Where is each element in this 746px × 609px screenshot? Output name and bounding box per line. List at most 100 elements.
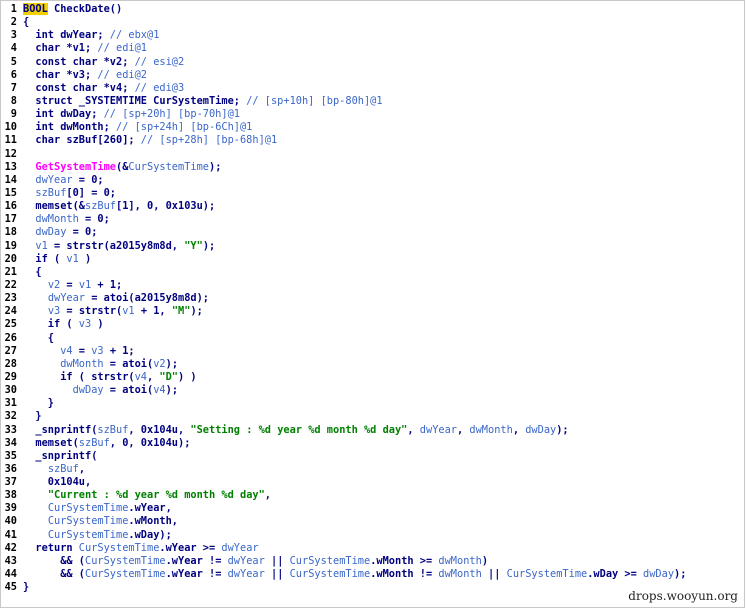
code-text[interactable]: v3 = strstr(v1 + 1, "M");	[23, 305, 742, 318]
code-text[interactable]: dwMonth = atoi(v2);	[23, 358, 742, 371]
code-line[interactable]: 33 _snprintf(szBuf, 0x104u, "Setting : %…	[3, 424, 742, 437]
variable-name[interactable]: CurSystemTime	[290, 555, 371, 567]
variable-name[interactable]: dwYear	[228, 555, 265, 567]
variable-name[interactable]: szBuf	[79, 437, 110, 449]
code-line[interactable]: 35 _snprintf(	[3, 450, 742, 463]
variable-name[interactable]: v2	[48, 279, 60, 291]
variable-name[interactable]: dwYear	[228, 568, 265, 580]
code-line[interactable]: 13 GetSystemTime(&CurSystemTime);	[3, 161, 742, 174]
variable-name[interactable]: dwYear	[420, 424, 457, 436]
code-text[interactable]: const char *v4; // edi@3	[23, 82, 742, 95]
code-listing[interactable]: 1 BOOL CheckDate() 2{3 int dwYear; // ebx@…	[3, 3, 742, 594]
code-text[interactable]: && (CurSystemTime.wYear != dwYear || Cur…	[23, 555, 742, 568]
code-line[interactable]: 22 v2 = v1 + 1;	[3, 279, 742, 292]
code-line[interactable]: 18 dwDay = 0;	[3, 226, 742, 239]
code-text[interactable]: }	[23, 397, 742, 410]
code-line[interactable]: 40 CurSystemTime.wMonth,	[3, 515, 742, 528]
variable-name[interactable]: CurSystemTime	[290, 568, 371, 580]
variable-name[interactable]: v1	[35, 240, 47, 252]
code-line[interactable]: 28 dwMonth = atoi(v2);	[3, 358, 742, 371]
code-line[interactable]: 44 && (CurSystemTime.wYear != dwYear || …	[3, 568, 742, 581]
code-text[interactable]: _snprintf(	[23, 450, 742, 463]
code-text[interactable]: dwMonth = 0;	[23, 213, 742, 226]
code-line[interactable]: 4 char *v1; // edi@1	[3, 42, 742, 55]
code-text[interactable]: return CurSystemTime.wYear >= dwYear	[23, 542, 742, 555]
code-line[interactable]: 42 return CurSystemTime.wYear >= dwYear	[3, 542, 742, 555]
variable-name[interactable]: dwMonth	[438, 555, 481, 567]
code-text[interactable]: dwYear = atoi(a2015y8m8d);	[23, 292, 742, 305]
code-line[interactable]: 14 dwYear = 0;	[3, 174, 742, 187]
code-text[interactable]: int dwMonth; // [sp+24h] [bp-6Ch]@1	[23, 121, 742, 134]
variable-name[interactable]: v1	[122, 305, 134, 317]
code-line[interactable]: 25 if ( v3 )	[3, 318, 742, 331]
code-text[interactable]: && (CurSystemTime.wYear != dwYear || Cur…	[23, 568, 742, 581]
variable-name[interactable]: v4	[60, 345, 72, 357]
code-line[interactable]: 20 if ( v1 )	[3, 253, 742, 266]
code-text[interactable]: CurSystemTime.wMonth,	[23, 515, 742, 528]
variable-name[interactable]: v1	[79, 279, 91, 291]
code-text[interactable]: char *v1; // edi@1	[23, 42, 742, 55]
code-line[interactable]: 27 v4 = v3 + 1;	[3, 345, 742, 358]
code-text[interactable]: memset(szBuf, 0, 0x104u);	[23, 437, 742, 450]
code-text[interactable]: CurSystemTime.wDay);	[23, 529, 742, 542]
code-text[interactable]: {	[23, 332, 742, 345]
code-line[interactable]: 39 CurSystemTime.wYear,	[3, 502, 742, 515]
variable-name[interactable]: v2	[153, 358, 165, 370]
code-text[interactable]: if ( v1 )	[23, 253, 742, 266]
code-text[interactable]: {	[23, 16, 742, 29]
code-line[interactable]: 26 {	[3, 332, 742, 345]
variable-name[interactable]: dwDay	[73, 384, 104, 396]
variable-name[interactable]: dwDay	[35, 226, 66, 238]
code-line[interactable]: 43 && (CurSystemTime.wYear != dwYear || …	[3, 555, 742, 568]
code-text[interactable]: struct _SYSTEMTIME CurSystemTime; // [sp…	[23, 95, 742, 108]
code-line[interactable]: 6 char *v3; // edi@2	[3, 69, 742, 82]
code-text[interactable]: v1 = strstr(a2015y8m8d, "Y");	[23, 240, 742, 253]
variable-name[interactable]: CurSystemTime	[85, 568, 166, 580]
variable-name[interactable]: CurSystemTime	[79, 542, 160, 554]
code-line[interactable]: 7 const char *v4; // edi@3	[3, 82, 742, 95]
code-line[interactable]: 38 "Current : %d year %d month %d day",	[3, 489, 742, 502]
code-line[interactable]: 15 szBuf[0] = 0;	[3, 187, 742, 200]
code-line[interactable]: 30 dwDay = atoi(v4);	[3, 384, 742, 397]
variable-name[interactable]: szBuf	[85, 200, 116, 212]
code-line[interactable]: 8 struct _SYSTEMTIME CurSystemTime; // […	[3, 95, 742, 108]
variable-name[interactable]: v3	[91, 345, 103, 357]
variable-name[interactable]: v1	[66, 253, 78, 265]
variable-name[interactable]: dwMonth	[469, 424, 512, 436]
code-text[interactable]: _snprintf(szBuf, 0x104u, "Setting : %d y…	[23, 424, 742, 437]
variable-name[interactable]: v3	[79, 318, 91, 330]
code-line[interactable]: 32 }	[3, 410, 742, 423]
variable-name[interactable]: CurSystemTime	[48, 502, 129, 514]
code-line[interactable]: 2{	[3, 16, 742, 29]
code-text[interactable]: "Current : %d year %d month %d day",	[23, 489, 742, 502]
code-text[interactable]: char szBuf[260]; // [sp+28h] [bp-68h]@1	[23, 134, 742, 147]
variable-name[interactable]: dwMonth	[35, 213, 78, 225]
function-name[interactable]: GetSystemTime	[35, 161, 116, 173]
code-text[interactable]: int dwYear; // ebx@1	[23, 29, 742, 42]
code-line[interactable]: 12	[3, 148, 742, 161]
code-line[interactable]: 31 }	[3, 397, 742, 410]
code-line[interactable]: 23 dwYear = atoi(a2015y8m8d);	[3, 292, 742, 305]
variable-name[interactable]: dwDay	[525, 424, 556, 436]
code-line[interactable]: 34 memset(szBuf, 0, 0x104u);	[3, 437, 742, 450]
code-line[interactable]: 11 char szBuf[260]; // [sp+28h] [bp-68h]…	[3, 134, 742, 147]
code-text[interactable]: 0x104u,	[23, 476, 742, 489]
code-line[interactable]: 29 if ( strstr(v4, "D") )	[3, 371, 742, 384]
code-text[interactable]: v2 = v1 + 1;	[23, 279, 742, 292]
variable-name[interactable]: v4	[153, 384, 165, 396]
code-line[interactable]: 5 const char *v2; // esi@2	[3, 56, 742, 69]
code-text[interactable]: {	[23, 266, 742, 279]
code-line[interactable]: 19 v1 = strstr(a2015y8m8d, "Y");	[3, 240, 742, 253]
code-line[interactable]: 37 0x104u,	[3, 476, 742, 489]
variable-name[interactable]: v3	[48, 305, 60, 317]
code-line[interactable]: 41 CurSystemTime.wDay);	[3, 529, 742, 542]
code-line[interactable]: 21 {	[3, 266, 742, 279]
variable-name[interactable]: CurSystemTime	[48, 529, 129, 541]
code-text[interactable]: GetSystemTime(&CurSystemTime);	[23, 161, 742, 174]
variable-name[interactable]: CurSystemTime	[85, 555, 166, 567]
variable-name[interactable]: CurSystemTime	[48, 515, 129, 527]
variable-name[interactable]: dwMonth	[438, 568, 481, 580]
code-text[interactable]: if ( v3 )	[23, 318, 742, 331]
variable-name[interactable]: dwYear	[35, 174, 72, 186]
variable-name[interactable]: CurSystemTime	[507, 568, 588, 580]
